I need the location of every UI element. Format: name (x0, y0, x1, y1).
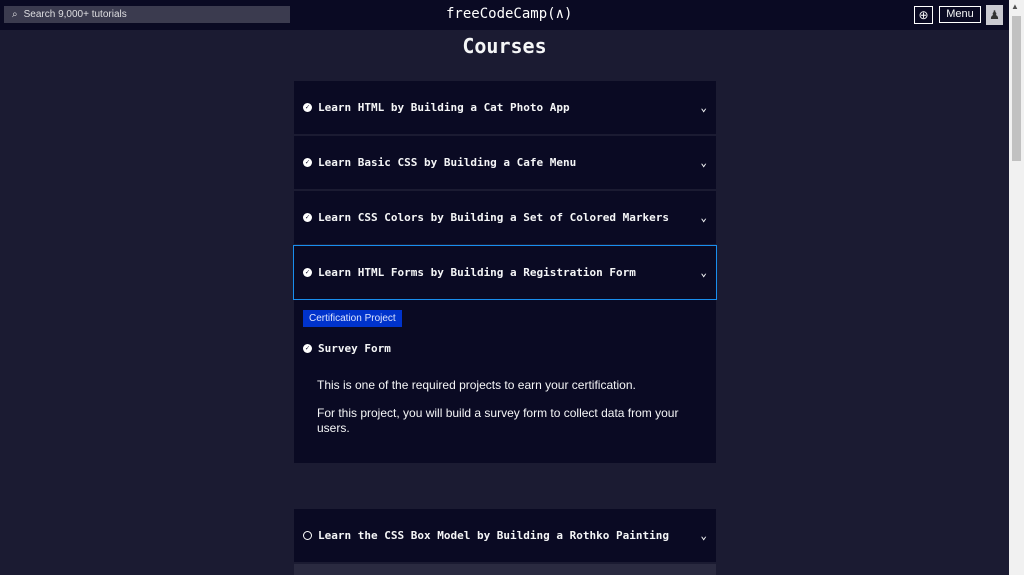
course-block[interactable] (294, 564, 716, 575)
chevron-down-icon: ⌄ (700, 529, 707, 542)
course-block-expanded: ✓ Learn HTML Forms by Building a Registra… (293, 245, 717, 463)
course-block[interactable]: Learn the CSS Box Model by Building a Ro… (294, 509, 716, 562)
scroll-up-icon[interactable]: ▲ (1011, 2, 1019, 11)
page-title: Courses (462, 34, 547, 58)
check-icon: ✓ (303, 158, 312, 167)
check-icon: ✓ (303, 268, 312, 277)
check-icon: ✓ (303, 103, 312, 112)
search-icon: ⌕ (12, 9, 18, 20)
certification-badge: Certification Project (303, 310, 402, 327)
check-icon: ✓ (303, 344, 312, 353)
chevron-down-icon: ⌄ (700, 156, 707, 169)
language-button[interactable]: ⊕ (914, 6, 933, 24)
chevron-down-icon: ⌄ (700, 101, 707, 114)
menu-button[interactable]: Menu (939, 6, 981, 23)
project-description: This is one of the required projects to … (317, 378, 679, 435)
chevron-down-icon: ⌄ (700, 266, 707, 279)
check-icon: ✓ (303, 213, 312, 222)
course-block[interactable]: ✓ Learn CSS Colors by Building a Set of C… (294, 191, 716, 244)
project-link[interactable]: ✓ Survey Form (303, 342, 391, 355)
chevron-down-icon: ⌄ (700, 211, 707, 224)
course-header[interactable]: ✓ Learn HTML Forms by Building a Registra… (293, 245, 717, 300)
course-block[interactable]: ✓ Learn HTML by Building a Cat Photo App ⌄ (294, 81, 716, 134)
search-input[interactable]: ⌕ Search 9,000+ tutorials (4, 6, 290, 23)
scrollbar-thumb[interactable] (1012, 16, 1021, 161)
avatar[interactable]: ♟ (986, 5, 1003, 25)
logo[interactable]: freeCodeCamp(∧) (446, 6, 572, 22)
top-nav: ⌕ Search 9,000+ tutorials freeCodeCamp(∧)… (0, 0, 1009, 30)
globe-icon: ⊕ (918, 8, 929, 22)
incomplete-circle-icon (303, 531, 312, 540)
course-block[interactable]: ✓ Learn Basic CSS by Building a Cafe Menu… (294, 136, 716, 189)
